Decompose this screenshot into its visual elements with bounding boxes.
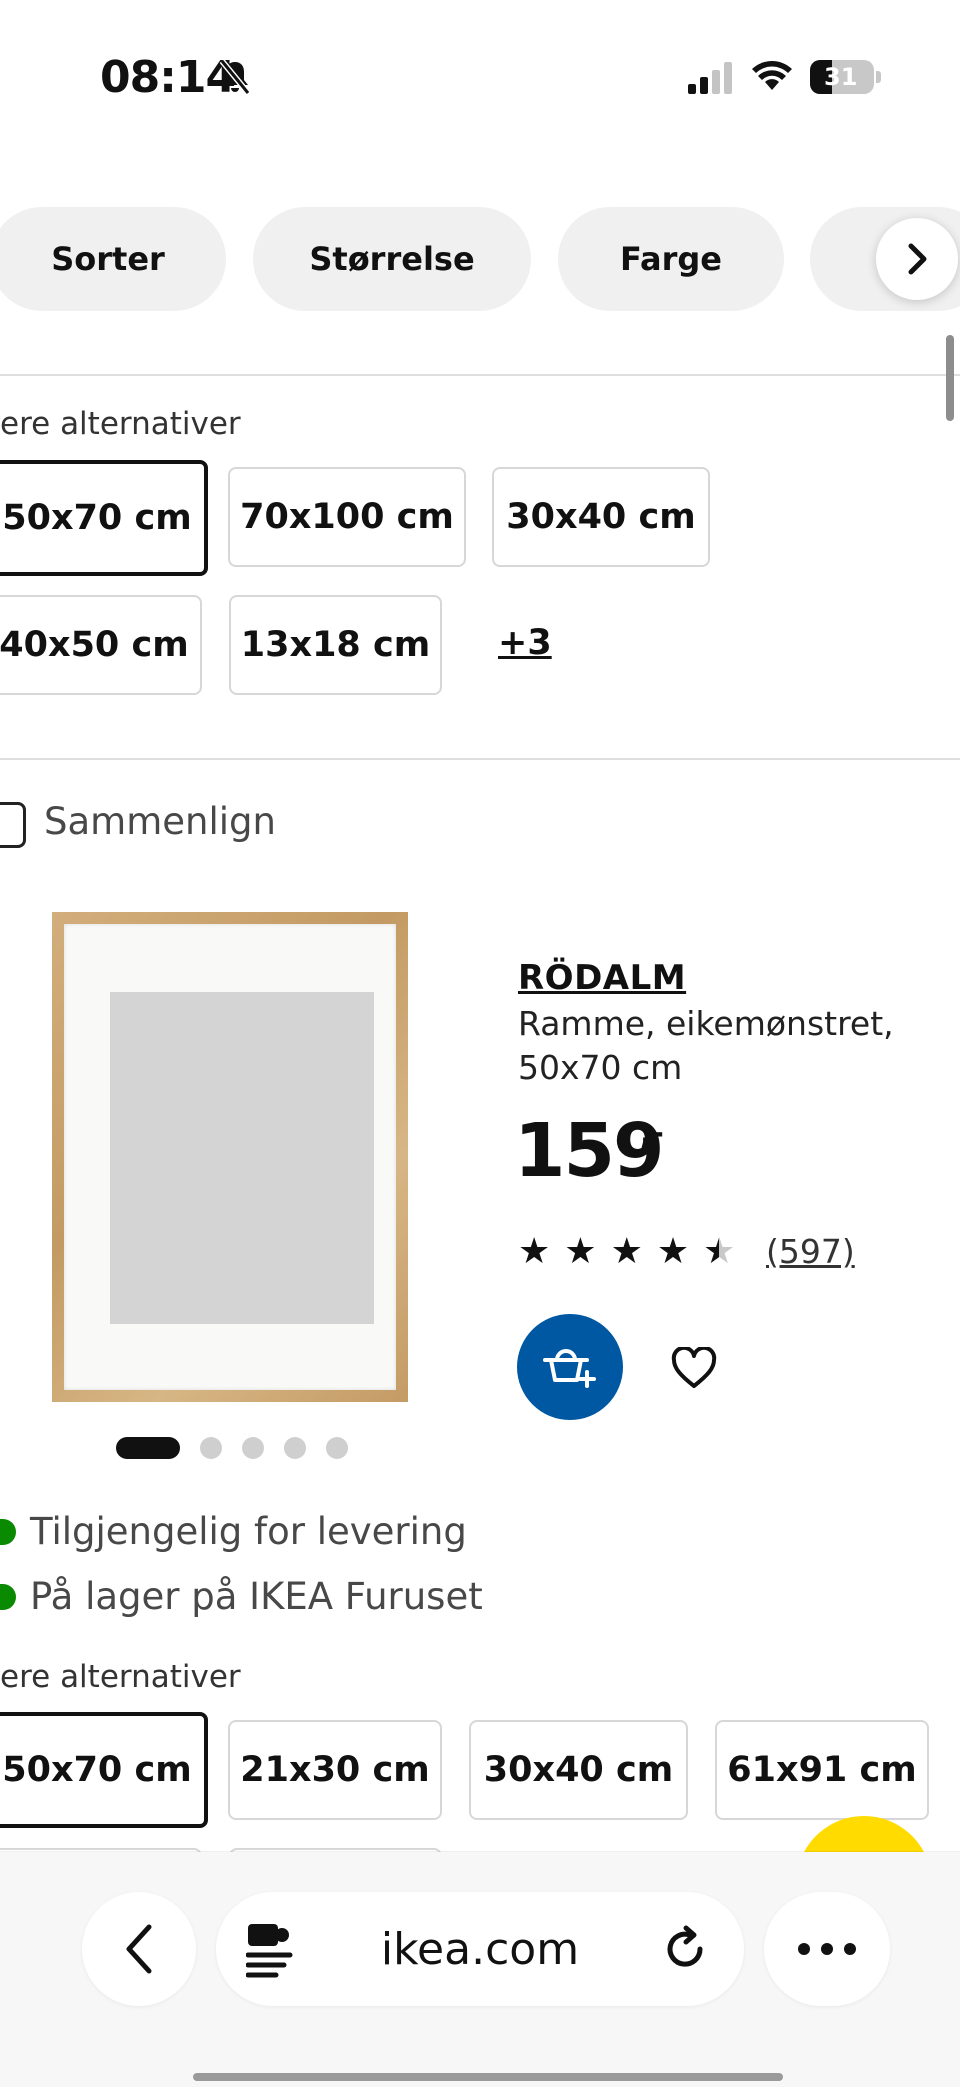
size-option[interactable]: 30x40 cm — [469, 1720, 688, 1820]
availability-delivery: Tilgjengelig for levering — [0, 1510, 467, 1553]
carousel-dot-active[interactable] — [116, 1437, 180, 1459]
product-name[interactable]: RÖDALM — [518, 958, 686, 998]
rating-stars: ★ ★ ★ ★ ★ — [518, 1234, 735, 1270]
compare-label: Sammenlign — [44, 800, 276, 843]
more-sizes-link[interactable]: +3 — [498, 623, 552, 663]
size-option[interactable]: 61x91 cm — [715, 1720, 929, 1820]
carousel-dot[interactable] — [284, 1437, 306, 1459]
reload-icon[interactable] — [660, 1924, 710, 1974]
stock-status-dot — [0, 1583, 16, 1610]
carousel-dot[interactable] — [326, 1437, 348, 1459]
scrollbar-thumb[interactable] — [946, 335, 954, 421]
favorite-button[interactable] — [666, 1342, 722, 1394]
ellipsis-icon — [798, 1943, 856, 1955]
size-option[interactable]: 13x18 cm — [229, 595, 442, 695]
filter-next-button[interactable] — [876, 218, 958, 300]
size-option-selected[interactable]: 50x70 cm — [0, 460, 208, 576]
size-option[interactable]: 70x100 cm — [228, 467, 466, 567]
battery-cap — [876, 71, 881, 83]
star-icon: ★ — [564, 1231, 597, 1272]
product-divider — [0, 758, 960, 760]
price-suffix: ,- — [640, 1116, 664, 1151]
carousel-dot[interactable] — [200, 1437, 222, 1459]
carousel-dot[interactable] — [242, 1437, 264, 1459]
stock-status-dot — [0, 1518, 16, 1545]
basket-add-icon — [543, 1349, 596, 1388]
more-menu-button[interactable] — [764, 1892, 890, 2006]
back-button[interactable] — [82, 1892, 196, 2006]
availability-store: På lager på IKEA Furuset — [0, 1575, 483, 1618]
add-to-cart-button[interactable] — [517, 1314, 623, 1420]
filter-chip-sort[interactable]: Sorter — [0, 207, 226, 311]
image-carousel-dots — [116, 1437, 348, 1459]
options-label: ere alternativer — [0, 406, 241, 442]
availability-delivery-text: Tilgjengelig for levering — [30, 1510, 467, 1553]
filter-divider — [0, 374, 960, 376]
review-count-link[interactable]: (597) — [766, 1232, 855, 1271]
size-option-selected[interactable]: 50x70 cm — [0, 1712, 208, 1828]
chevron-right-icon — [908, 243, 927, 275]
wifi-icon — [752, 61, 792, 90]
frame-mat — [64, 924, 396, 1390]
compare-checkbox[interactable] — [0, 802, 26, 848]
url-text: ikea.com — [380, 1923, 580, 1975]
frame-picture-area — [110, 992, 374, 1324]
availability-store-text: På lager på IKEA Furuset — [30, 1575, 483, 1618]
product-description: Ramme, eikemønstret, 50x70 cm — [518, 1004, 894, 1087]
bell-slash-icon — [219, 59, 251, 95]
signal-icon — [688, 62, 732, 94]
star-icon: ★ — [518, 1231, 551, 1272]
star-icon: ★ — [656, 1231, 690, 1272]
battery-icon: 31 — [810, 60, 874, 94]
filter-chip-size[interactable]: Størrelse — [253, 207, 531, 311]
address-bar[interactable]: ikea.com — [216, 1892, 744, 2006]
star-icon: ★ — [610, 1231, 643, 1272]
home-indicator — [193, 2073, 783, 2081]
star-half-icon: ★ — [703, 1231, 736, 1272]
size-option[interactable]: 40x50 cm — [0, 595, 202, 695]
status-time: 08:14 — [100, 52, 236, 103]
size-option[interactable]: 30x40 cm — [492, 467, 710, 567]
filter-chip-color[interactable]: Farge — [558, 207, 784, 311]
battery-level: 31 — [824, 63, 858, 91]
product-image[interactable] — [52, 912, 408, 1402]
reader-extension-icon — [246, 1924, 293, 1978]
options-label: ere alternativer — [0, 1659, 241, 1695]
chevron-left-icon — [126, 1924, 152, 1974]
heart-icon — [671, 1347, 717, 1388]
size-option[interactable]: 21x30 cm — [228, 1720, 442, 1820]
